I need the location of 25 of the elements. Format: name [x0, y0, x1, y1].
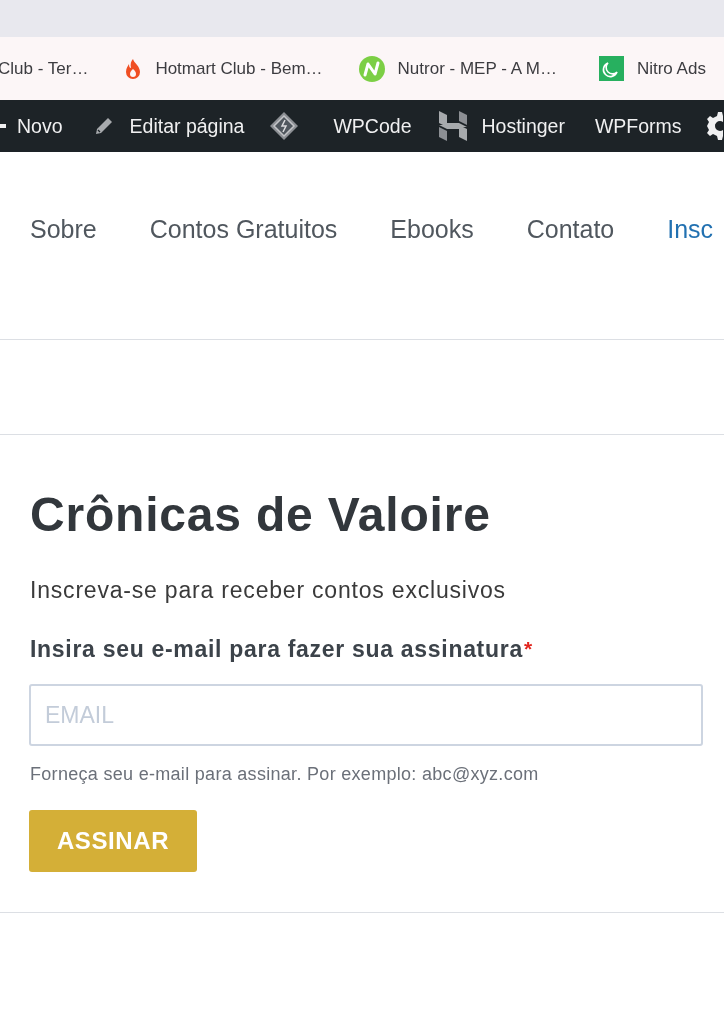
- n-logo-icon: [358, 55, 385, 82]
- diamond-icon: [269, 111, 300, 141]
- field-label: Insira seu e-mail para fazer sua assinatura: [30, 636, 523, 662]
- help-text: Forneça seu e-mail para assinar. Por exemplo: abc@xyz.com: [30, 764, 539, 784]
- email-input-field[interactable]: EMAIL: [29, 684, 703, 746]
- toolbar-link[interactable]: Hostinger: [438, 110, 565, 142]
- form-title: Crônicas de Valoire: [30, 487, 491, 543]
- flame-icon: [124, 57, 143, 80]
- bookmark-link[interactable]: Nitro Ads: [598, 56, 706, 81]
- bookmark-link[interactable]: Hotmart Club - Bem…: [124, 57, 323, 80]
- nav-link[interactable]: Ebooks: [390, 215, 474, 244]
- nav-link[interactable]: Contato: [526, 215, 615, 244]
- toolbar-link[interactable]: WPForms: [594, 114, 682, 138]
- plus-icon: [0, 124, 6, 128]
- toolbar-link[interactable]: Editar página: [92, 114, 245, 138]
- toolbar-link[interactable]: WPCode: [269, 111, 412, 141]
- form-subtitle: Inscreva-se para receber contos exclusivos: [30, 577, 506, 603]
- bookmark-link[interactable]: Nutror - MEP - A M…: [358, 55, 557, 82]
- nav-link[interactable]: Contos Gratuitos: [149, 215, 338, 244]
- toolbar-link[interactable]: Novo: [0, 114, 63, 138]
- h-logo-icon: [438, 110, 469, 142]
- nav-link[interactable]: Insc: [667, 215, 714, 244]
- moon-tile-icon: [598, 56, 624, 81]
- required-mark: *: [523, 636, 533, 662]
- nav-link[interactable]: Sobre: [30, 215, 97, 244]
